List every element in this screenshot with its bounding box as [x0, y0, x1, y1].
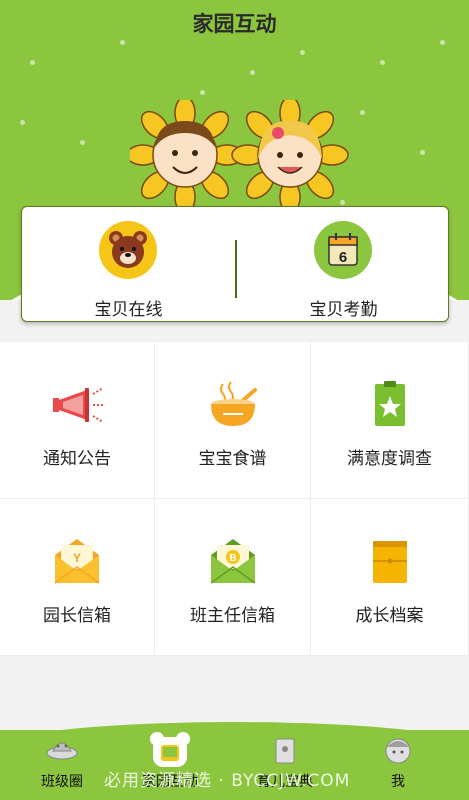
bowl-icon — [210, 381, 257, 426]
calendar-icon: 6 — [314, 221, 372, 279]
tab-class-circle[interactable]: 班级圈 — [12, 735, 112, 797]
baby-attendance-button[interactable]: 6 宝贝考勤 — [237, 207, 450, 323]
bear-tab-icon — [150, 732, 190, 767]
baby-online-label: 宝贝在线 — [94, 300, 163, 320]
megaphone-icon — [53, 387, 105, 423]
book-icon — [275, 738, 295, 764]
clipboard-star-icon — [374, 381, 405, 426]
page-title: 家园互动 — [192, 12, 277, 36]
survey-button[interactable]: 满意度调查 — [311, 342, 469, 499]
baby-online-button[interactable]: 宝贝在线 — [22, 207, 235, 323]
folder-icon — [372, 541, 407, 583]
notice-button[interactable]: 通知公告 — [0, 342, 155, 499]
teacher-mailbox-label: 班主任信箱 — [190, 606, 275, 626]
calendar-day: 6 — [339, 249, 347, 266]
user-avatar-icon — [385, 738, 411, 764]
recipe-label: 宝宝食谱 — [198, 449, 267, 469]
bear-icon — [99, 221, 157, 279]
watermark: 必用资源精选 · BYCCJW.COM — [104, 771, 351, 791]
teacher-mailbox-button[interactable]: B 班主任信箱 — [155, 499, 311, 656]
survey-label: 满意度调查 — [347, 449, 432, 469]
growth-record-label: 成长档案 — [355, 606, 424, 626]
principal-mailbox-label: 园长信箱 — [43, 606, 111, 626]
tab-me[interactable]: 我 — [348, 735, 448, 797]
baby-attendance-label: 宝贝考勤 — [309, 300, 378, 320]
envelope-b-icon: B — [210, 539, 255, 584]
tab-label: 班级圈 — [41, 774, 83, 790]
envelope-letter: B — [229, 553, 236, 564]
ufo-icon — [46, 742, 78, 760]
envelope-letter: Y — [73, 551, 81, 565]
quick-access-card: 宝贝在线 6 宝贝考勤 — [21, 206, 449, 322]
notice-label: 通知公告 — [43, 449, 111, 469]
sunflower-kids-illustration — [130, 100, 349, 210]
principal-mailbox-button[interactable]: Y 园长信箱 — [0, 499, 155, 656]
tab-label: 我 — [391, 774, 405, 790]
envelope-y-icon: Y — [54, 539, 100, 584]
recipe-button[interactable]: 宝宝食谱 — [155, 342, 311, 499]
feature-grid: 通知公告 宝宝食谱 满意度调查 Y 园长信箱 B 班主任信箱 成长档案 — [0, 342, 469, 656]
growth-record-button[interactable]: 成长档案 — [311, 499, 469, 656]
